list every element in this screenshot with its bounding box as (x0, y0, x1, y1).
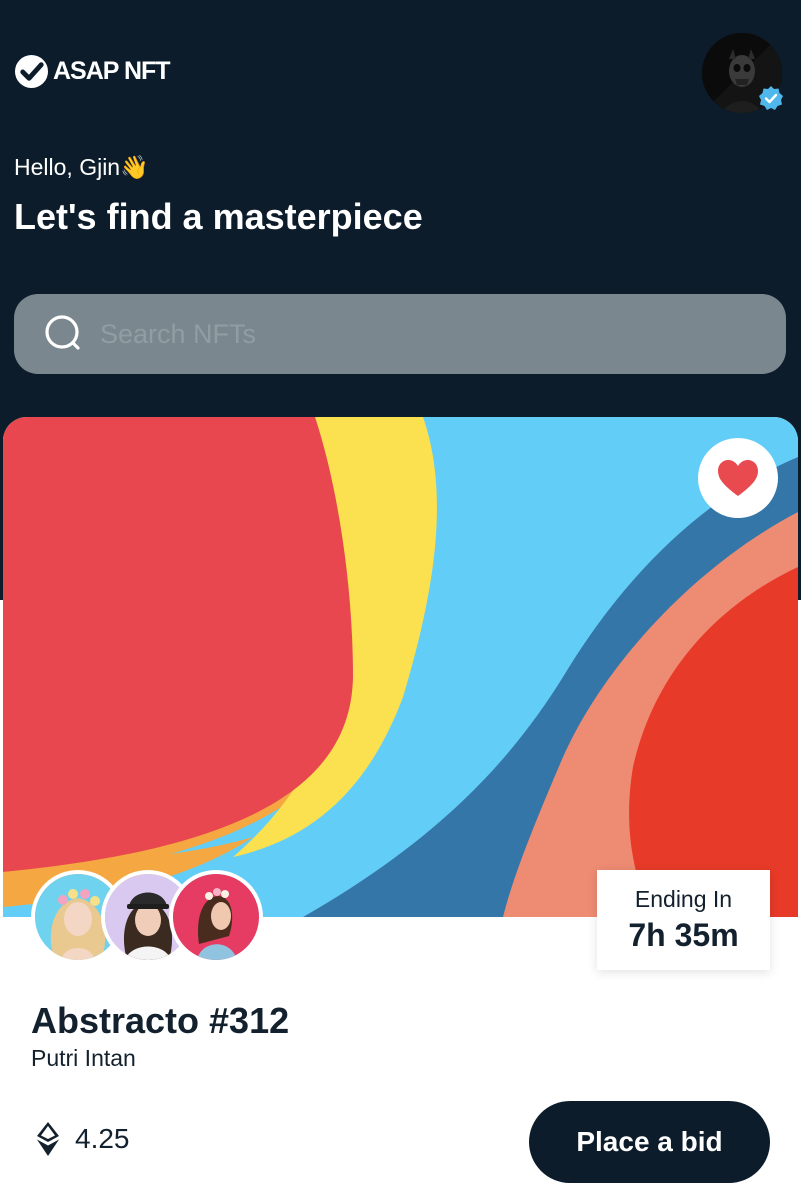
price-value: 4.25 (75, 1123, 130, 1154)
greeting-text: Hello, Gjin👋 (14, 154, 149, 180)
ending-label: Ending In (634, 886, 733, 912)
place-bid-button[interactable]: Place a bid (529, 1101, 770, 1183)
ending-time: 7h 35m (628, 917, 739, 953)
app-logo[interactable]: ASAP NFT (14, 54, 171, 89)
search-bar[interactable] (14, 294, 786, 374)
owner-avatar-3[interactable] (169, 870, 263, 964)
verified-badge-icon (759, 86, 783, 110)
owner-avatar-image (173, 874, 259, 960)
heart-icon (718, 460, 758, 496)
home-screen: ASAP NFT Hello, Gjin👋 Let's find a maste… (0, 0, 801, 1202)
logo-text: ASAP NFT (53, 57, 171, 85)
check-circle-icon (14, 54, 49, 89)
auction-timer: Ending In 7h 35m (597, 870, 770, 970)
ethereum-icon (37, 1122, 59, 1156)
nft-title: Abstracto #312 (31, 1000, 290, 1041)
favorite-button[interactable] (698, 438, 778, 518)
owner-avatars (31, 870, 271, 964)
search-icon (45, 315, 80, 350)
nft-price: 4.25 (35, 1121, 130, 1157)
nft-card[interactable]: Ending In 7h 35m Abstracto #312 Putri In… (3, 417, 798, 1202)
nft-artwork[interactable] (3, 417, 798, 917)
user-avatar[interactable] (702, 33, 783, 113)
page-headline: Let's find a masterpiece (14, 196, 423, 237)
nft-artist: Putri Intan (31, 1045, 136, 1071)
search-input[interactable] (100, 318, 740, 350)
